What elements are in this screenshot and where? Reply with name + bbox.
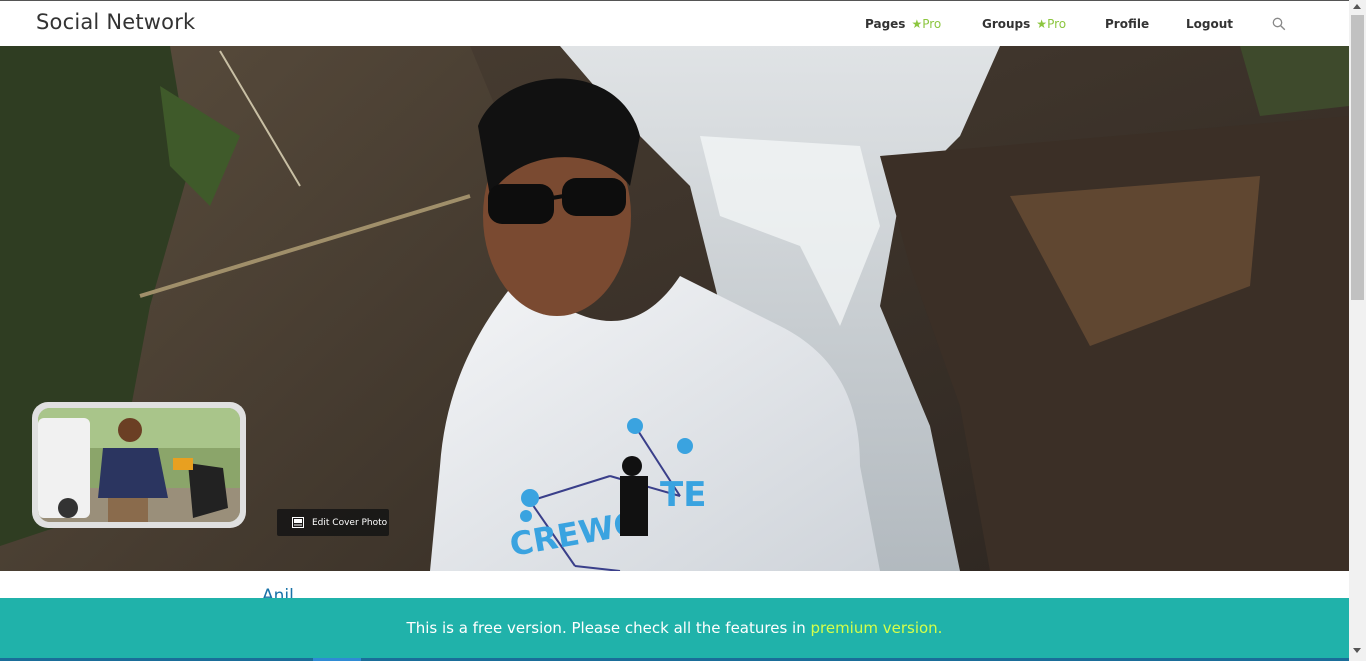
banner-text: This is a free version. Please check all… [406, 619, 811, 637]
free-version-banner: This is a free version. Please check all… [0, 598, 1349, 658]
nav-groups[interactable]: Groups ★Pro [982, 17, 1066, 31]
svg-text:TE: TE [660, 475, 706, 515]
edit-cover-button[interactable]: Edit Cover Photo [277, 509, 389, 536]
picture-icon [292, 517, 304, 528]
top-navbar: Social Network Pages ★Pro Groups ★Pro Prof… [0, 0, 1349, 46]
nav-pages[interactable]: Pages ★Pro [865, 17, 941, 31]
nav-pages-label: Pages [865, 17, 906, 31]
avatar-image [38, 408, 240, 522]
brand-logo[interactable]: Social Network [36, 10, 195, 34]
star-icon: ★ [1036, 17, 1048, 31]
star-icon: ★ [911, 17, 923, 31]
scroll-down-icon[interactable] [1353, 648, 1361, 653]
avatar[interactable] [32, 402, 246, 528]
scrollbar-thumb[interactable] [1351, 15, 1364, 300]
scroll-up-icon[interactable] [1353, 4, 1361, 9]
pro-badge: ★Pro [911, 17, 942, 31]
edit-cover-label: Edit Cover Photo [312, 518, 388, 528]
cover-photo: CREWC TE Edit Cover Photo [0, 46, 1349, 571]
nav-logout[interactable]: Logout [1186, 17, 1233, 31]
premium-version-link[interactable]: premium version. [810, 619, 942, 637]
nav-profile[interactable]: Profile [1105, 17, 1149, 31]
nav-groups-label: Groups [982, 17, 1031, 31]
pro-badge: ★Pro [1036, 17, 1067, 31]
search-icon[interactable] [1272, 17, 1286, 31]
